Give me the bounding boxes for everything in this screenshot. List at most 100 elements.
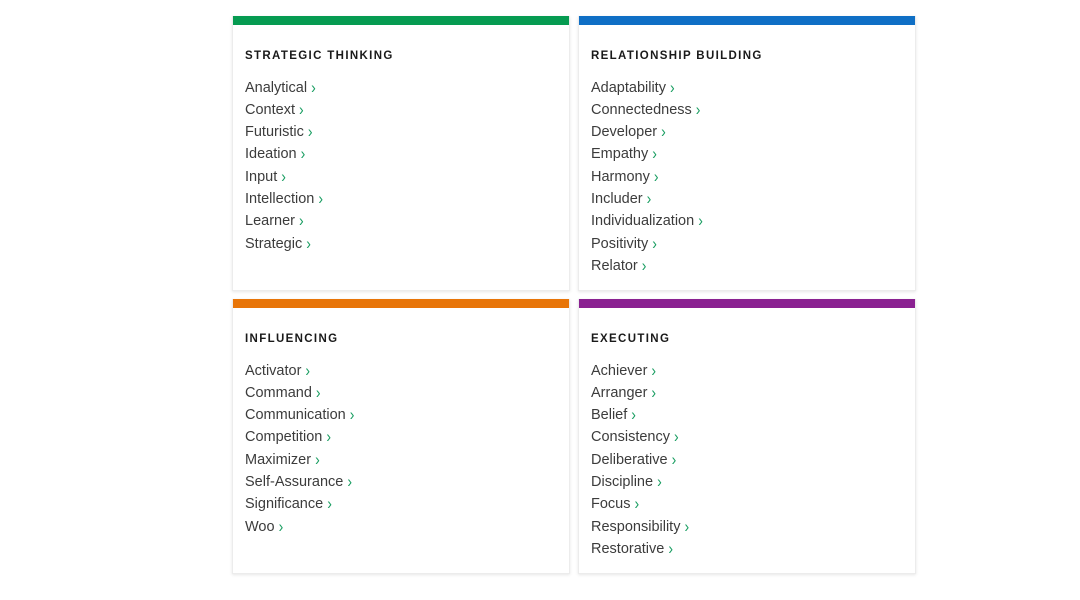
theme-link-adaptability[interactable]: Adaptability ›: [591, 77, 903, 99]
theme-link-competition[interactable]: Competition ›: [245, 426, 557, 448]
theme-link-activator[interactable]: Activator ›: [245, 360, 557, 382]
chevron-right-icon: ›: [347, 471, 352, 491]
theme-link-discipline[interactable]: Discipline ›: [591, 471, 903, 493]
chevron-right-icon: ›: [651, 360, 657, 379]
theme-list: Achiever › Arranger › Belief › Consistency › Del…: [591, 360, 903, 561]
theme-link-command[interactable]: Command ›: [245, 382, 557, 404]
list-item: Futuristic ›: [245, 121, 557, 143]
theme-label: Harmony: [591, 168, 650, 185]
chevron-right-icon: ›: [661, 121, 666, 141]
theme-link-significance[interactable]: Significance ›: [245, 493, 557, 515]
theme-label: Maximizer: [245, 451, 312, 468]
theme-label: Empathy: [591, 146, 649, 163]
theme-label: Consistency: [591, 429, 670, 446]
list-item: Developer ›: [591, 121, 903, 143]
chevron-right-icon: ›: [349, 404, 355, 424]
theme-link-consistency[interactable]: Consistency ›: [591, 426, 903, 448]
theme-list: Adaptability › Connectedness › Developer › Emp…: [591, 77, 903, 278]
theme-link-achiever[interactable]: Achiever ›: [591, 360, 903, 382]
theme-label: Responsibility: [591, 518, 681, 535]
domain-title: INFLUENCING: [245, 333, 339, 345]
chevron-right-icon: ›: [631, 404, 636, 424]
theme-link-maximizer[interactable]: Maximizer ›: [245, 449, 557, 471]
chevron-right-icon: ›: [652, 143, 657, 163]
list-item: Ideation ›: [245, 143, 557, 165]
theme-link-learner[interactable]: Learner ›: [245, 210, 557, 232]
theme-link-responsibility[interactable]: Responsibility ›: [591, 516, 903, 538]
list-item: Analytical ›: [245, 77, 557, 99]
accent-bar-executing: [579, 299, 915, 308]
theme-list: Analytical › Context › Futuristic › Ideation › I…: [245, 77, 557, 255]
list-item: Learner ›: [245, 210, 557, 232]
list-item: Competition ›: [245, 426, 557, 448]
chevron-right-icon: ›: [300, 143, 306, 163]
chevron-right-icon: ›: [315, 382, 321, 402]
list-item: Achiever ›: [591, 360, 903, 382]
theme-link-positivity[interactable]: Positivity ›: [591, 233, 903, 255]
chevron-right-icon: ›: [634, 493, 640, 513]
theme-label: Arranger: [591, 384, 648, 401]
theme-list: Activator › Command › Communication › Competit…: [245, 360, 557, 538]
chevron-right-icon: ›: [278, 516, 284, 536]
theme-link-focus[interactable]: Focus ›: [591, 493, 903, 515]
chevron-right-icon: ›: [306, 233, 311, 253]
list-item: Woo ›: [245, 516, 557, 538]
theme-label: Analytical: [245, 79, 308, 96]
theme-label: Relator: [591, 257, 638, 274]
chevron-right-icon: ›: [307, 121, 313, 141]
theme-link-input[interactable]: Input ›: [245, 166, 557, 188]
theme-label: Woo: [245, 518, 275, 535]
list-item: Restorative ›: [591, 538, 903, 560]
theme-link-connectedness[interactable]: Connectedness ›: [591, 99, 903, 121]
domain-card-grid: STRATEGIC THINKING Analytical › Context › Fut…: [232, 16, 916, 574]
chevron-right-icon: ›: [646, 188, 652, 208]
list-item: Harmony ›: [591, 166, 903, 188]
theme-link-ideation[interactable]: Ideation ›: [245, 143, 557, 165]
chevron-right-icon: ›: [305, 360, 311, 379]
list-item: Context ›: [245, 99, 557, 121]
domain-card-strategic-thinking: STRATEGIC THINKING Analytical › Context › Fut…: [232, 16, 570, 291]
theme-link-analytical[interactable]: Analytical ›: [245, 77, 557, 99]
theme-link-harmony[interactable]: Harmony ›: [591, 166, 903, 188]
accent-bar-influencing: [233, 299, 569, 308]
theme-link-individualization[interactable]: Individualization ›: [591, 210, 903, 232]
theme-label: Restorative: [591, 540, 665, 557]
theme-link-communication[interactable]: Communication ›: [245, 404, 557, 426]
card-body: EXECUTING Achiever › Arranger › Belief › Consis…: [579, 308, 915, 570]
theme-link-context[interactable]: Context ›: [245, 99, 557, 121]
theme-label: Intellection: [245, 190, 315, 207]
theme-link-woo[interactable]: Woo ›: [245, 516, 557, 538]
theme-link-restorative[interactable]: Restorative ›: [591, 538, 903, 560]
theme-link-intellection[interactable]: Intellection ›: [245, 188, 557, 210]
theme-link-includer[interactable]: Includer ›: [591, 188, 903, 210]
theme-label: Command: [245, 384, 312, 401]
theme-label: Individualization: [591, 213, 695, 230]
theme-link-developer[interactable]: Developer ›: [591, 121, 903, 143]
chevron-right-icon: ›: [311, 77, 316, 96]
theme-link-strategic[interactable]: Strategic ›: [245, 233, 557, 255]
theme-link-belief[interactable]: Belief ›: [591, 404, 903, 426]
theme-link-arranger[interactable]: Arranger ›: [591, 382, 903, 404]
theme-link-deliberative[interactable]: Deliberative ›: [591, 449, 903, 471]
theme-link-relator[interactable]: Relator ›: [591, 255, 903, 277]
list-item: Includer ›: [591, 188, 903, 210]
list-item: Relator ›: [591, 255, 903, 277]
chevron-right-icon: ›: [281, 166, 286, 186]
list-item: Communication ›: [245, 404, 557, 426]
theme-link-futuristic[interactable]: Futuristic ›: [245, 121, 557, 143]
theme-label: Competition: [245, 429, 323, 446]
chevron-right-icon: ›: [318, 188, 323, 208]
domain-title: STRATEGIC THINKING: [245, 50, 394, 62]
domain-title: EXECUTING: [591, 333, 671, 345]
theme-label: Achiever: [591, 362, 648, 379]
chevron-right-icon: ›: [698, 210, 703, 230]
accent-bar-relationship-building: [579, 16, 915, 25]
theme-link-self-assurance[interactable]: Self-Assurance ›: [245, 471, 557, 493]
list-item: Command ›: [245, 382, 557, 404]
chevron-right-icon: ›: [668, 538, 674, 558]
list-item: Adaptability ›: [591, 77, 903, 99]
theme-label: Developer: [591, 124, 658, 141]
theme-link-empathy[interactable]: Empathy ›: [591, 143, 903, 165]
theme-label: Learner: [245, 213, 295, 230]
theme-label: Communication: [245, 407, 346, 424]
